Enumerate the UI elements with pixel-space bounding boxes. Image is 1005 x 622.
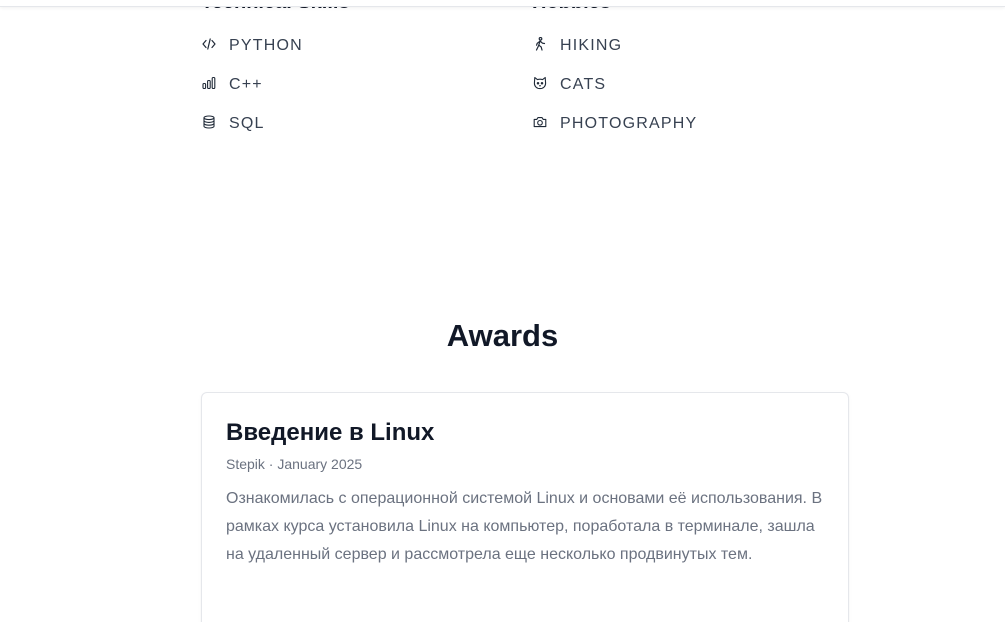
technical-skills-section: Technical Skills PYTHON [201,0,350,143]
code-icon [201,36,217,52]
skill-item-sql: SQL [201,104,350,143]
awards-title: Awards [446,318,559,353]
page: Technical Skills PYTHON [0,0,1005,622]
hobby-label: HIKING [560,36,623,54]
bar-chart-icon [201,75,217,91]
hobby-item-photography: PHOTOGRAPHY [532,104,697,143]
skill-item-python: PYTHON [201,26,350,65]
skill-label: SQL [229,114,265,132]
database-icon [201,114,217,130]
top-navbar [0,0,1005,7]
hobbies-section: Hobbies HIKING [532,0,697,143]
award-description: Ознакомилась с операционной системой Lin… [226,490,823,563]
award-meta: Stepik · January 2025 [226,456,363,472]
skill-item-cpp: C++ [201,65,350,104]
hobby-item-hiking: HIKING [532,26,697,65]
hobby-label: CATS [560,75,607,93]
award-title: Введение в Linux [226,419,435,446]
walking-icon [532,36,548,52]
hobby-label: PHOTOGRAPHY [560,114,698,132]
skill-label: PYTHON [229,36,303,54]
technical-skills-list: PYTHON C++ SQL [201,26,350,143]
skill-label: C++ [229,75,263,93]
cat-icon [532,75,548,91]
hobby-item-cats: CATS [532,65,697,104]
camera-icon [532,114,548,130]
hobbies-list: HIKING CATS PHOTOGRAPHY [532,26,697,143]
award-card: Введение в Linux Stepik · January 2025 О… [201,392,849,622]
